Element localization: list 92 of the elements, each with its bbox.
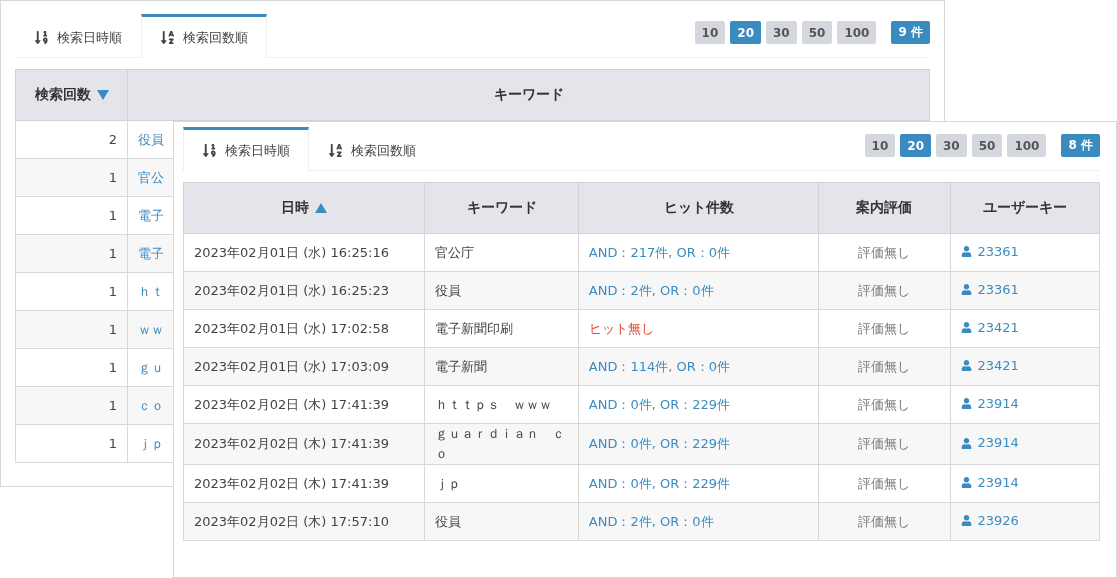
user-icon (960, 360, 972, 372)
keyword-link[interactable]: ｃｏ (138, 397, 164, 413)
page-size-button[interactable]: 50 (801, 21, 833, 44)
table-cell: 役員 (424, 271, 579, 310)
hits-cell: AND：0件, OR：229件 (578, 385, 819, 424)
count-cell: 1 (15, 196, 128, 235)
user-link[interactable]: 23914 (960, 433, 1019, 454)
user-icon (960, 437, 972, 449)
user-icon (960, 246, 972, 258)
keyword-link[interactable]: 役員 (138, 131, 164, 147)
count-cell: 1 (15, 234, 128, 273)
column-header[interactable]: キーワード (424, 182, 579, 234)
page-size-button[interactable]: 30 (936, 134, 967, 157)
count-cell: 2 (15, 120, 128, 159)
sort-alpha-icon (160, 30, 175, 45)
page-size-button[interactable]: 100 (1007, 134, 1047, 157)
result-count: 8 件 (1061, 134, 1100, 157)
column-header[interactable]: ヒット件数 (578, 182, 819, 234)
column-label: 日時 (281, 199, 310, 217)
count-cell: 1 (15, 272, 128, 311)
table-cell: 2023年02月02日 (木) 17:57:10 (183, 502, 425, 541)
keyword-link[interactable]: 電子 (138, 207, 164, 223)
page-size-button[interactable]: 10 (694, 21, 726, 44)
keyword-link[interactable]: ｗｗ (138, 321, 164, 337)
table-cell: 2023年02月02日 (木) 17:41:39 (183, 385, 425, 424)
rating-cell: 評価無し (818, 347, 950, 386)
user-icon (960, 515, 972, 527)
count-cell: 1 (15, 386, 128, 425)
column-header[interactable]: 案内評価 (818, 182, 950, 234)
rating-cell: 評価無し (818, 271, 950, 310)
hits-cell: AND：114件, OR：0件 (578, 347, 819, 386)
keyword-link[interactable]: ｊｐ (138, 435, 164, 451)
rating-cell: 評価無し (818, 464, 950, 503)
table-cell: ｈｔｔｐｓ ｗｗｗ (424, 385, 579, 424)
table-cell: 2023年02月01日 (水) 17:02:58 (183, 309, 425, 348)
page-size-button[interactable]: 100 (837, 21, 877, 44)
column-header[interactable]: 検索回数 (15, 69, 128, 121)
column-header[interactable]: ユーザーキー (950, 182, 1100, 234)
sort-alpha-icon (328, 143, 343, 158)
page-size-button[interactable]: 10 (864, 134, 896, 157)
tab-label: 検索回数順 (351, 141, 416, 160)
hits-cell: AND：2件, OR：0件 (578, 271, 819, 310)
page-size-button[interactable]: 50 (971, 134, 1003, 157)
rating-cell: 評価無し (818, 385, 950, 424)
result-count: 9 件 (891, 21, 930, 44)
page-size-button[interactable]: 30 (766, 21, 797, 44)
sort-numeric-icon (34, 30, 49, 45)
rating-cell: 評価無し (818, 423, 950, 465)
column-header[interactable]: 日時 (183, 182, 425, 234)
hits-cell: AND：0件, OR：229件 (578, 464, 819, 503)
page-size-button[interactable]: 20 (900, 134, 931, 157)
hits-cell: AND：2件, OR：0件 (578, 502, 819, 541)
user-icon (960, 398, 972, 410)
count-cell: 1 (15, 158, 128, 197)
table-cell: 2023年02月02日 (木) 17:41:39 (183, 464, 425, 503)
count-cell: 1 (15, 348, 128, 387)
rating-cell: 評価無し (818, 502, 950, 541)
no-hits-cell: ヒット無し (578, 309, 819, 348)
sort-tab[interactable]: 検索日時順 (183, 127, 309, 171)
table-cell: ｊｐ (424, 464, 579, 503)
keyword-link[interactable]: ｇｕ (138, 359, 164, 375)
page-size-button[interactable]: 20 (730, 21, 761, 44)
rating-cell: 評価無し (818, 233, 950, 272)
table-cell: ｇｕａｒｄｉａｎ ｃｏ (424, 423, 579, 465)
user-icon (960, 284, 972, 296)
rating-cell: 評価無し (818, 309, 950, 348)
sort-numeric-icon (202, 143, 217, 158)
table-cell: 2023年02月01日 (水) 16:25:23 (183, 271, 425, 310)
count-cell: 1 (15, 310, 128, 349)
table-cell: 官公庁 (424, 233, 579, 272)
column-header[interactable]: キーワード (127, 69, 930, 121)
sort-tab[interactable]: 検索回数順 (141, 14, 267, 58)
table-cell: 役員 (424, 502, 579, 541)
count-cell: 1 (15, 424, 128, 463)
table-cell: 電子新聞 (424, 347, 579, 386)
table-cell: 2023年02月01日 (水) 16:25:16 (183, 233, 425, 272)
table-cell: 2023年02月01日 (水) 17:03:09 (183, 347, 425, 386)
table-cell: 2023年02月02日 (木) 17:41:39 (183, 423, 425, 465)
column-label: 検索回数 (34, 86, 91, 104)
keyword-link[interactable]: ｈｔ (138, 283, 164, 299)
keyword-link[interactable]: 電子 (138, 245, 164, 261)
table-cell: 電子新聞印刷 (424, 309, 579, 348)
tab-label: 検索日時順 (57, 28, 122, 47)
hits-cell: AND：0件, OR：229件 (578, 423, 819, 465)
tab-label: 検索日時順 (225, 141, 290, 160)
keyword-link[interactable]: 官公 (138, 169, 164, 185)
hits-cell: AND：217件, OR：0件 (578, 233, 819, 272)
sort-tab[interactable]: 検索日時順 (15, 14, 141, 58)
user-icon (960, 322, 972, 334)
sort-tab[interactable]: 検索回数順 (309, 127, 435, 171)
user-icon (960, 477, 972, 489)
tab-label: 検索回数順 (183, 28, 248, 47)
